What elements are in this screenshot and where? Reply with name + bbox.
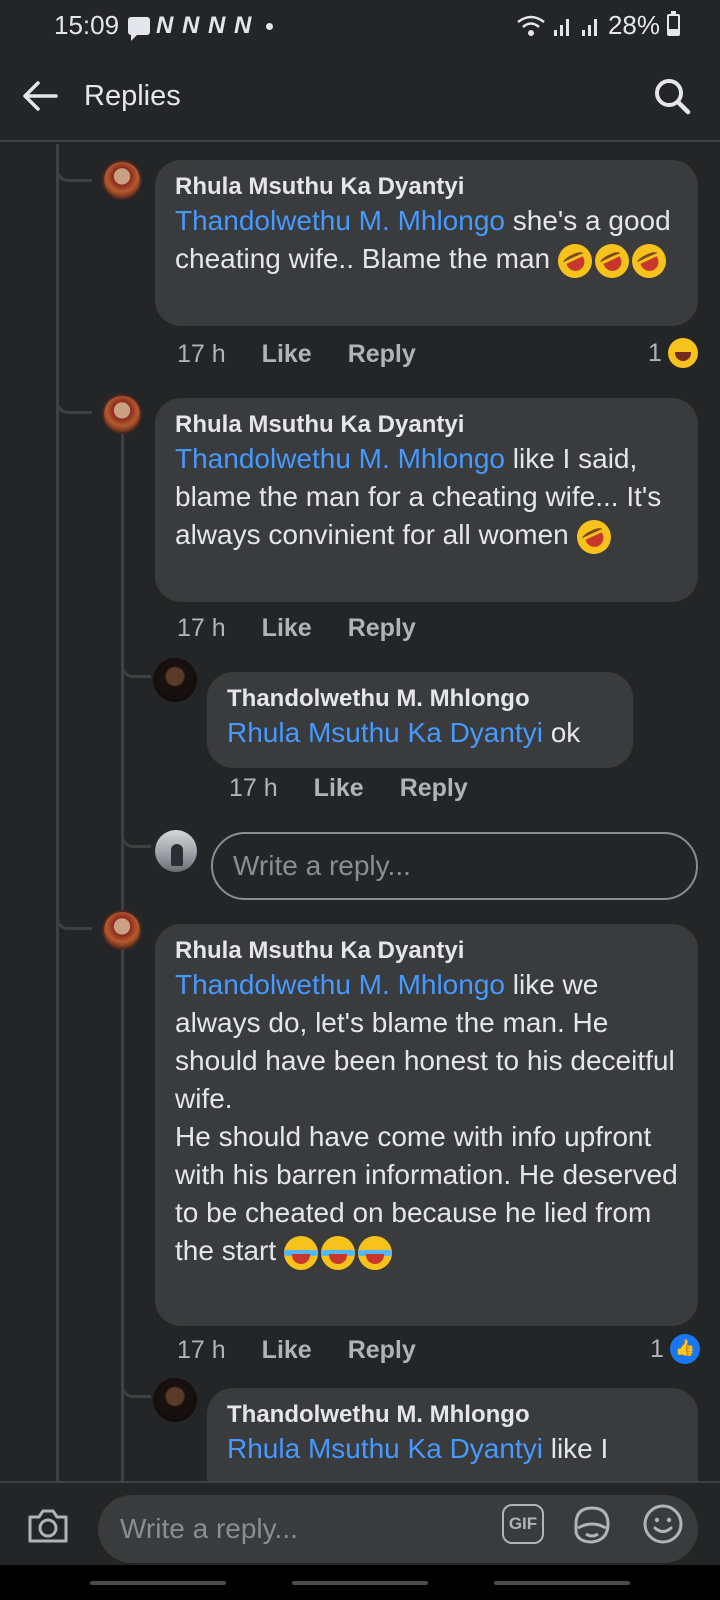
like-button[interactable]: Like — [262, 340, 312, 369]
mention-link[interactable]: Thandolwethu M. Mhlongo — [175, 969, 505, 1000]
comment-text: Thandolwethu M. Mhlongo like I said, bla… — [175, 440, 678, 560]
comment-text: Rhula Msuthu Ka Dyantyi like I — [227, 1430, 678, 1468]
thread-connector — [56, 380, 92, 414]
comment-actions: 17 h Like Reply — [177, 614, 416, 643]
comment-time: 17 h — [177, 1336, 226, 1364]
rofl-emoji-icon — [626, 238, 672, 284]
system-status: 28% — [516, 10, 660, 41]
reply-button[interactable]: Reply — [400, 774, 468, 803]
comment-body: ok — [542, 717, 581, 748]
thread-line — [56, 144, 59, 1481]
comment-text: Rhula Msuthu Ka Dyantyi ok — [227, 714, 613, 752]
comment-bubble[interactable]: Rhula Msuthu Ka Dyantyi Thandolwethu M. … — [155, 924, 698, 1326]
reaction-summary[interactable]: 1 — [648, 338, 698, 368]
nav-home-button[interactable] — [292, 1581, 428, 1585]
mention-link[interactable]: Thandolwethu M. Mhlongo — [175, 443, 505, 474]
comment-bubble[interactable]: Thandolwethu M. Mhlongo Rhula Msuthu Ka … — [207, 672, 633, 768]
rofl-emoji-icon — [589, 238, 635, 284]
nav-back-button[interactable] — [494, 1581, 630, 1585]
avatar[interactable] — [153, 1378, 197, 1422]
status-time: 15:09 — [54, 10, 120, 40]
battery-percent: 28% — [607, 10, 660, 40]
current-user-avatar — [155, 830, 197, 872]
back-arrow-icon[interactable] — [20, 76, 60, 116]
comment-author[interactable]: Rhula Msuthu Ka Dyantyi — [175, 410, 678, 440]
system-navigation-bar — [0, 1565, 720, 1600]
like-reaction-icon: 👍 — [669, 1334, 700, 1364]
reply-button[interactable]: Reply — [348, 340, 416, 369]
thread-connector — [56, 896, 92, 930]
reply-button[interactable]: Reply — [348, 1336, 416, 1365]
reaction-count: 1 — [650, 1334, 664, 1363]
mention-link[interactable]: Rhula Msuthu Ka Dyantyi — [227, 1433, 543, 1464]
comment-bubble[interactable]: Rhula Msuthu Ka Dyantyi Thandolwethu M. … — [155, 398, 698, 602]
inline-reply-input[interactable]: Write a reply... — [211, 832, 698, 900]
mention-link[interactable]: Thandolwethu M. Mhlongo — [175, 205, 505, 236]
comment-bubble[interactable]: Rhula Msuthu Ka Dyantyi Thandolwethu M. … — [155, 160, 698, 326]
like-button[interactable]: Like — [262, 1336, 312, 1365]
reply-button[interactable]: Reply — [348, 614, 416, 643]
signal-icon — [553, 18, 569, 36]
thread-connector — [121, 644, 151, 678]
avatar[interactable] — [102, 394, 142, 434]
nested-thread-line — [121, 952, 124, 1481]
comment-text: Thandolwethu M. Mhlongo she's a good che… — [175, 202, 678, 284]
thread-connector — [56, 144, 92, 182]
haha-reaction-icon — [667, 338, 698, 368]
signal-icon-2 — [581, 18, 597, 36]
joy-emoji-icon — [283, 1235, 318, 1270]
rofl-emoji-icon — [552, 238, 598, 284]
avatar[interactable] — [102, 910, 142, 950]
replies-thread: Rhula Msuthu Ka Dyantyi Thandolwethu M. … — [0, 144, 720, 1481]
joy-emoji-icon — [357, 1235, 392, 1270]
like-button[interactable]: Like — [314, 774, 364, 803]
reaction-summary[interactable]: 1 👍 — [650, 1334, 700, 1364]
message-icon — [128, 17, 150, 41]
gif-button[interactable]: GIF — [502, 1504, 544, 1544]
comment-time: 17 h — [177, 340, 226, 368]
notification-letters: N N N N — [156, 12, 253, 39]
comment-actions: 17 h Like Reply — [177, 340, 416, 369]
comment-body: like I — [542, 1433, 609, 1464]
like-button[interactable]: Like — [262, 614, 312, 643]
emoji-icon[interactable] — [642, 1503, 684, 1545]
comment-actions: 17 h Like Reply — [229, 774, 468, 803]
thread-connector — [121, 818, 151, 848]
thread-connector — [121, 1366, 151, 1398]
wifi-icon — [517, 15, 545, 36]
comment-author[interactable]: Rhula Msuthu Ka Dyantyi — [175, 936, 678, 966]
comment-author[interactable]: Rhula Msuthu Ka Dyantyi — [175, 172, 678, 202]
joy-emoji-icon — [320, 1235, 355, 1270]
reply-input-placeholder: Write a reply... — [120, 1513, 298, 1544]
comment-author[interactable]: Thandolwethu M. Mhlongo — [227, 1400, 678, 1430]
comment-body-2: He should have come with info upfront wi… — [175, 1121, 678, 1266]
battery-icon — [667, 11, 680, 36]
status-bar: 15:09 N N N N 28% — [0, 0, 720, 50]
inline-reply-placeholder: Write a reply... — [233, 850, 411, 881]
avatar[interactable] — [153, 658, 197, 702]
comment-actions: 17 h Like Reply — [177, 1336, 416, 1365]
comment-author[interactable]: Thandolwethu M. Mhlongo — [227, 684, 613, 714]
header: Replies — [0, 50, 720, 142]
comment-bubble[interactable]: Thandolwethu M. Mhlongo Rhula Msuthu Ka … — [207, 1388, 698, 1481]
rofl-emoji-icon — [570, 514, 617, 560]
more-notifications-icon — [266, 22, 274, 30]
camera-icon[interactable] — [26, 1505, 70, 1545]
mention-link[interactable]: Rhula Msuthu Ka Dyantyi — [227, 717, 543, 748]
comment-text-continued: He should have come with info upfront wi… — [175, 1118, 678, 1270]
sticker-icon[interactable] — [570, 1504, 614, 1546]
comment-text: Thandolwethu M. Mhlongo like we always d… — [175, 966, 678, 1118]
comment-time: 17 h — [177, 614, 226, 642]
page-title: Replies — [84, 80, 181, 112]
reaction-count: 1 — [648, 338, 662, 367]
comment-time: 17 h — [229, 774, 278, 802]
notification-icons: N N N N — [128, 12, 274, 41]
avatar[interactable] — [102, 160, 142, 200]
search-icon[interactable] — [652, 76, 692, 116]
nav-recent-button[interactable] — [90, 1581, 226, 1585]
